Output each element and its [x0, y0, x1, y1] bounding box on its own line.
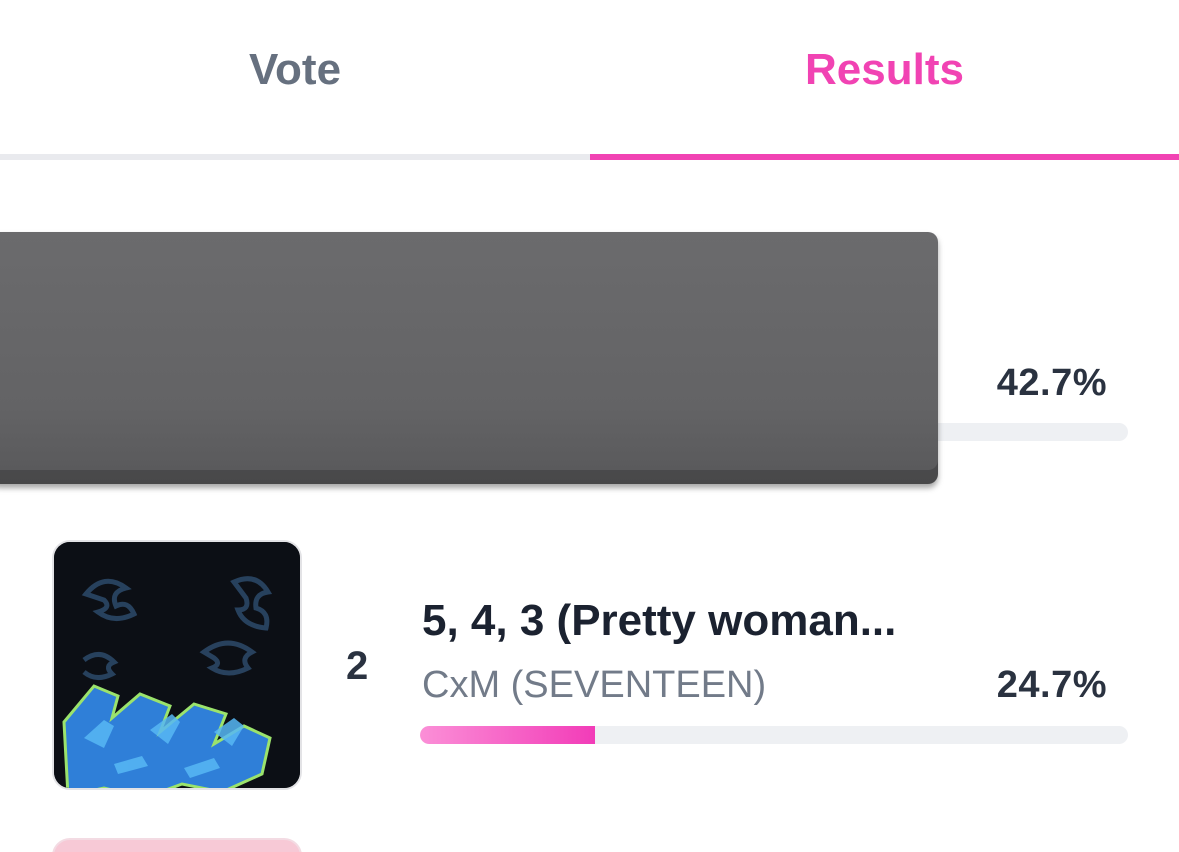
result-2-progress-fill [420, 726, 595, 744]
tab-underline-results-active [590, 154, 1179, 160]
tab-underline-vote [0, 154, 590, 160]
result-rank: 2 [346, 644, 369, 688]
next-album-cover-image[interactable] [52, 838, 302, 852]
result-2-percent: 24.7% [996, 664, 1107, 706]
album-cover-graffiti-art-icon [54, 542, 300, 788]
album-cover-image[interactable] [52, 540, 302, 790]
redaction-block [0, 232, 938, 484]
song-title[interactable]: 5, 4, 3 (Pretty woman... [422, 596, 896, 646]
tab-results[interactable]: Results [590, 0, 1179, 160]
result-1-percent: 42.7% [996, 362, 1107, 404]
results-page: Vote Results 42.7% 2 5, 4, 3 (Pretty wom… [0, 0, 1179, 852]
tab-bar: Vote Results [0, 0, 1179, 160]
artist-name: CxM (SEVENTEEN) [422, 664, 767, 706]
tab-vote[interactable]: Vote [0, 0, 590, 160]
result-2-progress-bar [420, 726, 1128, 744]
